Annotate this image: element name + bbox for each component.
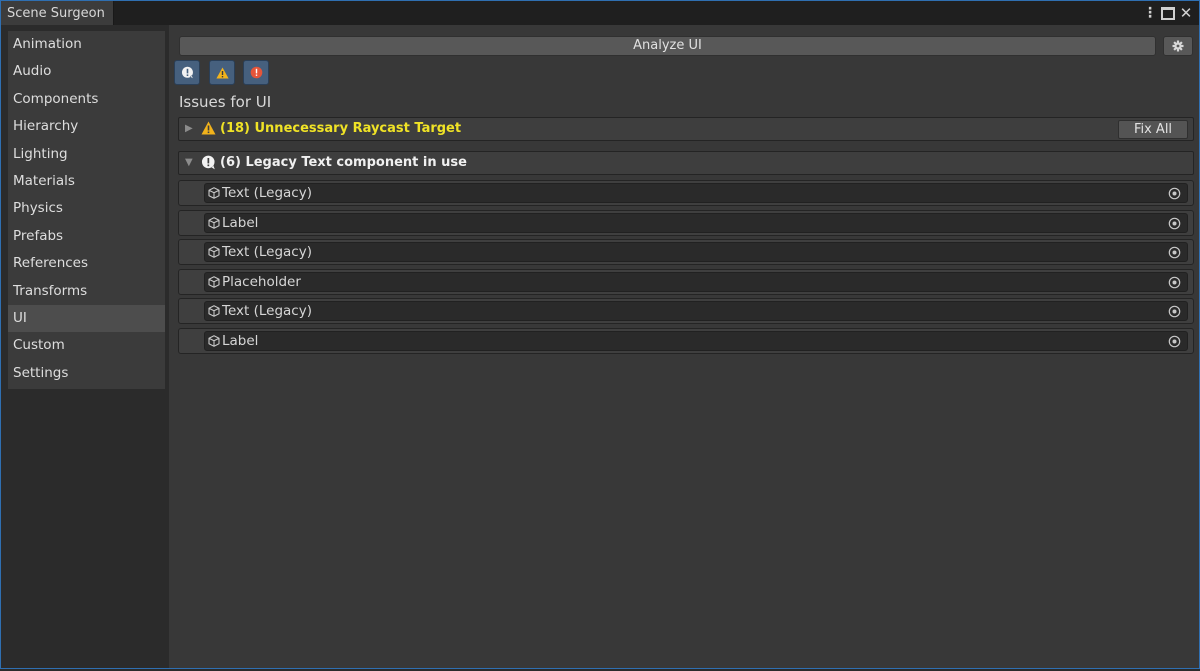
sidebar-item-lighting[interactable]: Lighting	[8, 141, 165, 168]
error-filter-toggle[interactable]	[243, 60, 269, 85]
gameobject-cube-icon	[208, 335, 220, 347]
list-item[interactable]: Text (Legacy)	[178, 239, 1194, 265]
analyze-button[interactable]: Analyze UI	[179, 36, 1156, 56]
list-item[interactable]: Text (Legacy)	[178, 180, 1194, 206]
info-filter-icon	[181, 66, 193, 79]
sidebar-panel: Animation Audio Components Hierarchy Lig…	[1, 25, 169, 668]
object-field[interactable]: Label	[204, 331, 1188, 351]
expand-arrow-icon[interactable]: ▶	[185, 123, 193, 134]
collapse-arrow-icon[interactable]: ▼	[185, 157, 193, 168]
sidebar-item-hierarchy[interactable]: Hierarchy	[8, 113, 165, 140]
scene-surgeon-window: Scene Surgeon ⋮ ✕ Animation Audio Compon…	[0, 0, 1200, 669]
select-target-icon[interactable]	[1168, 305, 1181, 318]
list-item[interactable]: Label	[178, 210, 1194, 236]
sidebar-item-references[interactable]: References	[8, 250, 165, 277]
object-field[interactable]: Placeholder	[204, 272, 1188, 292]
object-label: Label	[222, 333, 259, 349]
sidebar-item-prefabs[interactable]: Prefabs	[8, 223, 165, 250]
select-target-icon[interactable]	[1168, 276, 1181, 289]
title-bar: Scene Surgeon ⋮ ✕	[1, 1, 1199, 25]
warning-filter-icon	[215, 67, 229, 78]
select-target-icon[interactable]	[1168, 335, 1181, 348]
warning-icon	[201, 121, 216, 135]
gameobject-cube-icon	[208, 305, 220, 317]
list-item[interactable]: Placeholder	[178, 269, 1194, 295]
sidebar-item-components[interactable]: Components	[8, 86, 165, 113]
settings-gear-button[interactable]	[1163, 36, 1193, 56]
main-panel: Analyze UI Issues for UI ▶ (18) Unnecess…	[169, 25, 1199, 668]
info-bubble-icon	[201, 155, 215, 170]
issue-group-legacy-text[interactable]: ▼ (6) Legacy Text component in use	[178, 151, 1194, 175]
object-field[interactable]: Label	[204, 213, 1188, 233]
object-label: Text (Legacy)	[222, 303, 312, 319]
sidebar-item-custom[interactable]: Custom	[8, 332, 165, 359]
object-label: Placeholder	[222, 274, 301, 290]
select-target-icon[interactable]	[1168, 246, 1181, 259]
info-filter-toggle[interactable]	[174, 60, 200, 85]
sidebar: Animation Audio Components Hierarchy Lig…	[8, 31, 165, 389]
gameobject-cube-icon	[208, 217, 220, 229]
gear-icon	[1172, 40, 1184, 52]
select-target-icon[interactable]	[1168, 217, 1181, 230]
sidebar-item-physics[interactable]: Physics	[8, 195, 165, 222]
select-target-icon[interactable]	[1168, 187, 1181, 200]
fix-all-button[interactable]: Fix All	[1118, 120, 1188, 139]
kebab-menu-icon[interactable]: ⋮	[1142, 4, 1158, 22]
sidebar-item-transforms[interactable]: Transforms	[8, 278, 165, 305]
gameobject-cube-icon	[208, 246, 220, 258]
object-label: Label	[222, 215, 259, 231]
sidebar-item-settings[interactable]: Settings	[8, 360, 165, 387]
object-field[interactable]: Text (Legacy)	[204, 301, 1188, 321]
issue-group-title: (6) Legacy Text component in use	[220, 155, 467, 170]
object-label: Text (Legacy)	[222, 244, 312, 260]
issues-title: Issues for UI	[179, 93, 272, 111]
sidebar-item-ui[interactable]: UI	[8, 304, 165, 333]
close-icon[interactable]: ✕	[1178, 4, 1194, 22]
object-field[interactable]: Text (Legacy)	[204, 183, 1188, 203]
sidebar-item-animation[interactable]: Animation	[8, 31, 165, 58]
maximize-icon[interactable]	[1160, 4, 1176, 22]
error-filter-icon	[250, 66, 262, 79]
warning-filter-toggle[interactable]	[209, 60, 235, 85]
sidebar-item-materials[interactable]: Materials	[8, 168, 165, 195]
list-item[interactable]: Text (Legacy)	[178, 298, 1194, 324]
list-item[interactable]: Label	[178, 328, 1194, 354]
object-field[interactable]: Text (Legacy)	[204, 242, 1188, 262]
gameobject-cube-icon	[208, 276, 220, 288]
issue-group-raycast[interactable]: ▶ (18) Unnecessary Raycast Target Fix Al…	[178, 117, 1194, 141]
object-label: Text (Legacy)	[222, 185, 312, 201]
sidebar-item-audio[interactable]: Audio	[8, 58, 165, 85]
window-tab[interactable]: Scene Surgeon	[1, 1, 114, 25]
issue-group-title: (18) Unnecessary Raycast Target	[220, 121, 462, 136]
gameobject-cube-icon	[208, 187, 220, 199]
